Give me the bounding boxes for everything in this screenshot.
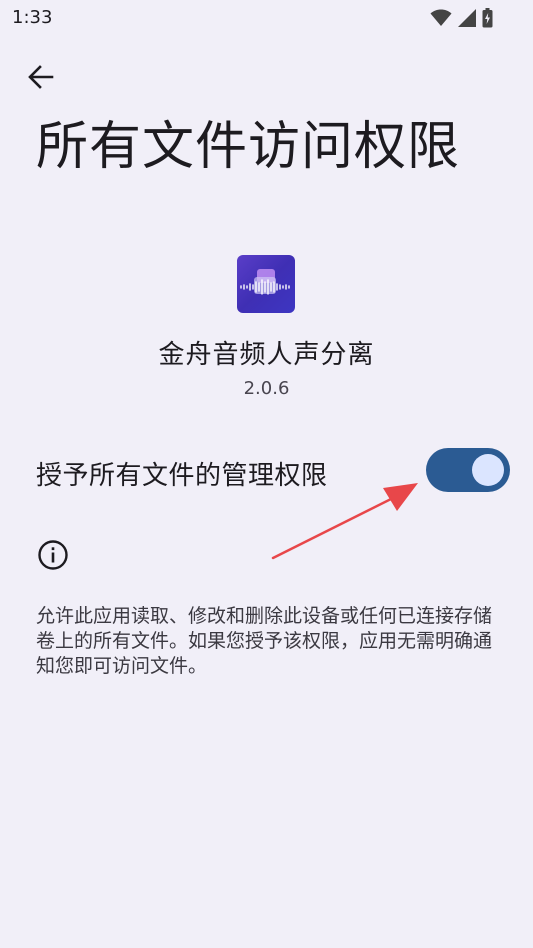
info-icon (38, 540, 68, 570)
back-arrow-icon (28, 65, 54, 89)
app-icon (237, 255, 295, 313)
annotation-arrow-icon (271, 483, 418, 560)
app-name: 金舟音频人声分离 (158, 340, 375, 370)
status-bar: 1:33 (0, 0, 533, 36)
status-icons (430, 8, 493, 28)
page-title: 所有文件访问权限 (36, 117, 461, 177)
status-time: 1:33 (12, 7, 53, 28)
signal-icon (458, 9, 476, 27)
wifi-icon (430, 9, 452, 26)
battery-charging-icon (482, 8, 493, 28)
permission-toggle-switch[interactable] (426, 448, 510, 492)
back-button[interactable] (24, 60, 58, 94)
app-version: 2.0.6 (243, 378, 290, 399)
screen: 1:33 所有文件访问权限 金舟音频人声分离 2.0.6 授予所有文件的管理权限… (0, 0, 533, 948)
toggle-thumb[interactable] (472, 454, 504, 486)
permission-description: 允许此应用读取、修改和删除此设备或任何已连接存储卷上的所有文件。如果您授予该权限… (36, 605, 493, 677)
